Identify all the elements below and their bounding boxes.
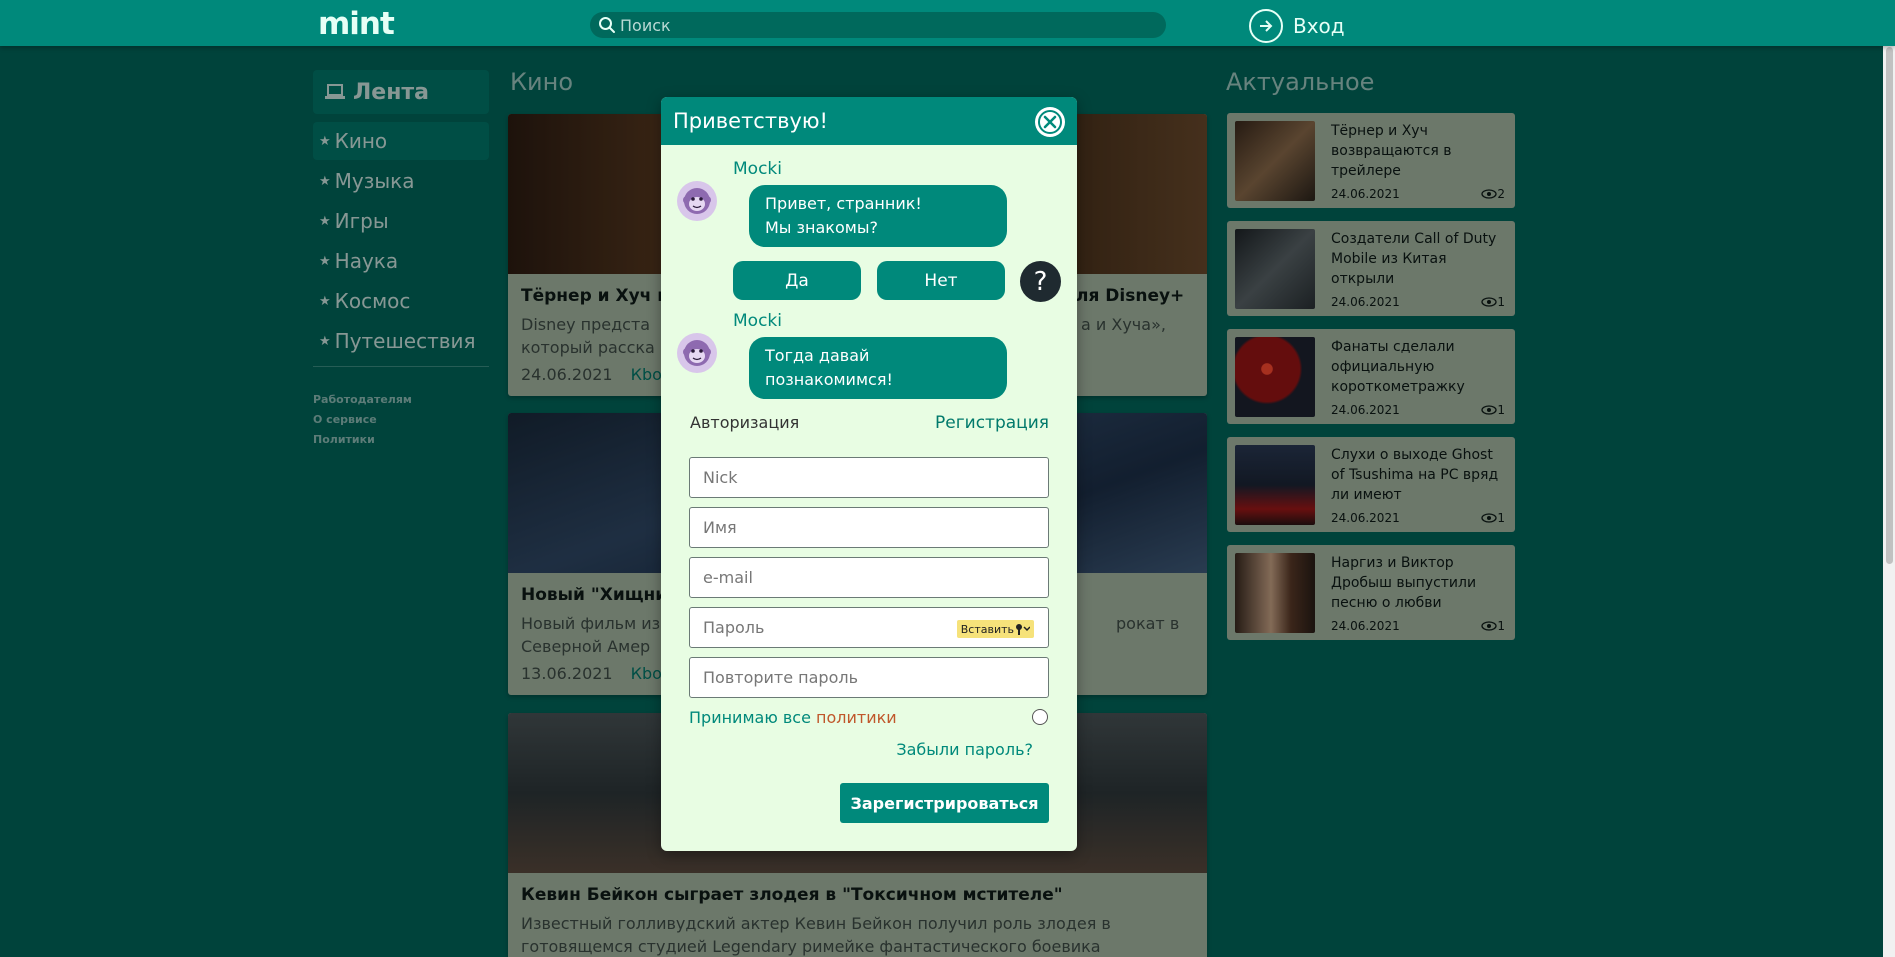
monkey-icon	[683, 340, 711, 366]
name-input[interactable]	[690, 508, 1048, 547]
repeat-password-field[interactable]	[689, 657, 1049, 698]
nick-input[interactable]	[690, 458, 1048, 497]
bot-avatar	[677, 181, 717, 221]
forgot-password-link[interactable]: Забыли пароль?	[896, 740, 1033, 759]
register-button[interactable]: Зарегистрироваться	[840, 783, 1049, 823]
yes-button[interactable]: Да	[733, 261, 861, 300]
email-field[interactable]	[689, 557, 1049, 598]
nick-field[interactable]	[689, 457, 1049, 498]
bot-message-line: Мы знакомы?	[765, 218, 878, 237]
paste-label: Вставить	[960, 622, 1014, 636]
bot-message-line: Тогда давай	[765, 346, 870, 365]
bot-message-line: познакомимся!	[765, 370, 893, 389]
monkey-icon	[683, 188, 711, 214]
email-input[interactable]	[690, 558, 1048, 597]
tab-registration[interactable]: Регистрация	[935, 413, 1049, 433]
scrollbar-thumb[interactable]	[1886, 47, 1893, 564]
login-arrow-icon	[1249, 9, 1283, 43]
bot-avatar	[677, 333, 717, 373]
modal-header: Приветствую!	[661, 97, 1077, 145]
login-button[interactable]: Вход	[1249, 9, 1345, 43]
bot-message: Привет, странник! Мы знакомы?	[749, 185, 1007, 247]
repeat-password-input[interactable]	[690, 658, 1048, 697]
greeting-modal: Приветствую! Mocki Привет, странник! Мы …	[661, 97, 1077, 851]
search-bar[interactable]	[590, 12, 1166, 38]
tab-authorization[interactable]: Авторизация	[690, 413, 799, 432]
bot-name: Mocki	[733, 159, 782, 179]
password-field[interactable]: Вставить	[689, 607, 1049, 648]
bot-name: Mocki	[733, 311, 782, 331]
bot-message: Тогда давай познакомимся!	[749, 337, 1007, 399]
policies-link[interactable]: политики	[816, 708, 897, 727]
logo[interactable]: mint	[318, 6, 395, 42]
name-field[interactable]	[689, 507, 1049, 548]
search-input[interactable]	[620, 12, 1150, 38]
help-button[interactable]: ?	[1020, 261, 1061, 302]
close-button[interactable]	[1035, 107, 1065, 137]
top-header: mint Вход	[0, 0, 1895, 46]
paste-password-button[interactable]: Вставить	[956, 620, 1034, 638]
key-icon	[1016, 624, 1030, 635]
login-label: Вход	[1293, 14, 1345, 38]
accept-policies-label: Принимаю все политики	[689, 708, 897, 727]
accept-policies-checkbox[interactable]	[1032, 709, 1048, 725]
modal-title: Приветствую!	[673, 109, 828, 133]
bot-message-line: Привет, странник!	[765, 194, 922, 213]
no-button[interactable]: Нет	[877, 261, 1005, 300]
search-icon	[599, 17, 615, 33]
close-icon	[1038, 110, 1062, 134]
